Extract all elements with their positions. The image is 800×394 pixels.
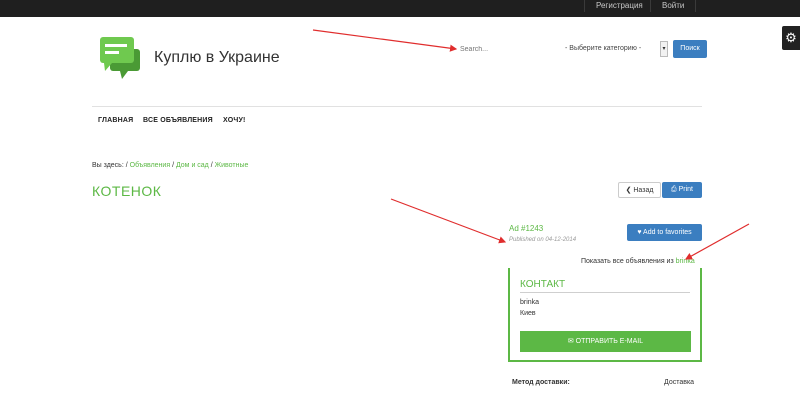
annotation-arrows: [312, 29, 750, 260]
annotation-arrow: [312, 29, 458, 52]
annotation-arrow: [684, 223, 750, 260]
annotation-arrow: [390, 198, 507, 244]
